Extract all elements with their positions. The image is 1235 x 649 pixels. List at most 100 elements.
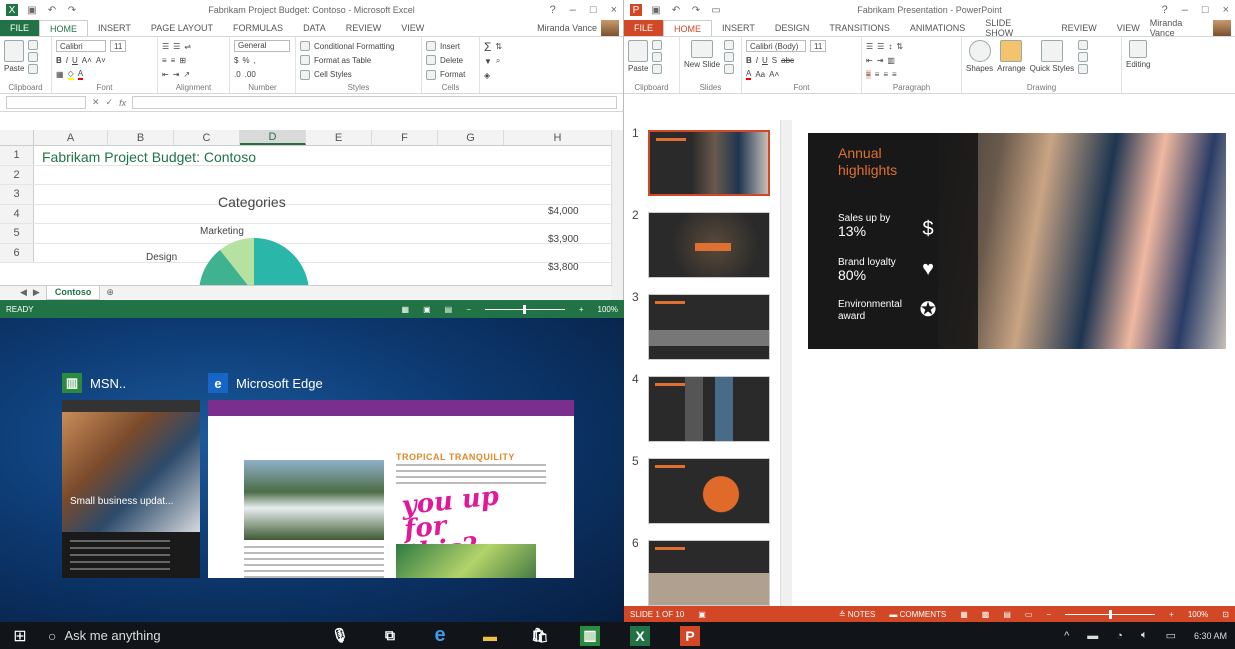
increase-decimal-icon[interactable]: .0	[234, 70, 241, 79]
network-icon[interactable]: ◔	[1116, 630, 1123, 642]
redo-icon[interactable]: ↷	[66, 4, 78, 16]
undo-icon[interactable]: ↶	[670, 4, 682, 16]
bullets-icon[interactable]: ☰	[866, 42, 873, 51]
merge-icon[interactable]: ⊞	[179, 56, 186, 65]
next-sheet-icon[interactable]: ▶	[33, 287, 40, 298]
borders-icon[interactable]: ▦	[56, 70, 64, 79]
stat-brand-loyalty[interactable]: Brand loyalty 80%	[838, 257, 896, 282]
tab-home[interactable]: HOME	[39, 20, 89, 36]
conditional-formatting-button[interactable]: Conditional Formatting	[300, 40, 394, 52]
decrease-indent-icon[interactable]: ⇤	[866, 56, 873, 65]
shape-outline-icon[interactable]	[1078, 52, 1089, 62]
align-right-icon[interactable]: ≡	[883, 70, 888, 79]
section-icon[interactable]	[724, 64, 735, 74]
minimize-icon[interactable]: –	[1182, 4, 1188, 16]
microphone-icon[interactable]: 🎙︎	[330, 626, 350, 646]
normal-view-icon[interactable]: ▦	[960, 610, 968, 619]
snap-app-edge[interactable]: e Microsoft Edge TROPICAL TRANQUILITY yo…	[208, 370, 574, 578]
close-icon[interactable]: ×	[611, 4, 617, 16]
fill-color-icon[interactable]: ◇	[67, 69, 74, 81]
formula-input[interactable]	[132, 96, 617, 109]
format-as-table-button[interactable]: Format as Table	[300, 54, 394, 66]
file-explorer-icon[interactable]: ▬	[480, 626, 500, 646]
sort-filter-icon[interactable]: ⇅	[495, 42, 502, 51]
help-icon[interactable]: ?	[1162, 4, 1168, 16]
add-sheet-icon[interactable]: ⊕	[106, 287, 114, 298]
action-center-icon[interactable]: ▭	[1166, 629, 1176, 642]
new-slide-button[interactable]: New Slide	[684, 40, 720, 81]
cut-icon[interactable]	[652, 40, 663, 50]
autosum-icon[interactable]: Σ	[484, 40, 491, 54]
insert-cells-button[interactable]: Insert	[426, 40, 465, 52]
row-header[interactable]: 6	[0, 243, 34, 262]
column-header-c[interactable]: C	[174, 130, 240, 145]
font-grow-icon[interactable]: A˄	[769, 70, 779, 79]
reset-icon[interactable]	[724, 52, 735, 62]
justify-icon[interactable]: ≡	[892, 70, 897, 79]
underline-icon[interactable]: U	[762, 56, 768, 65]
shadow-icon[interactable]: S	[772, 56, 777, 65]
name-box[interactable]	[6, 96, 86, 109]
paste-button[interactable]: Paste	[4, 40, 24, 81]
slide-thumbnail-4[interactable]: 4	[632, 372, 782, 442]
strikethrough-icon[interactable]: abc	[781, 56, 794, 65]
column-header-b[interactable]: B	[108, 130, 174, 145]
cell-styles-button[interactable]: Cell Styles	[300, 69, 394, 81]
slide-thumbnail-6[interactable]: 6	[632, 536, 782, 606]
avatar[interactable]	[1213, 20, 1231, 36]
search-box[interactable]: ○ Ask me anything	[40, 628, 300, 644]
tab-transitions[interactable]: TRANSITIONS	[819, 20, 900, 36]
slide-sorter-icon[interactable]: ▩	[982, 610, 990, 619]
tab-file[interactable]: FILE	[0, 20, 40, 36]
tab-insert[interactable]: INSERT	[712, 20, 765, 36]
shape-fill-icon[interactable]	[1078, 40, 1089, 50]
volume-icon[interactable]: 🔈︎	[1141, 629, 1148, 642]
wrap-text-icon[interactable]: ⇌	[184, 42, 191, 51]
zoom-level[interactable]: 100%	[598, 305, 618, 314]
cut-icon[interactable]	[28, 40, 39, 50]
font-color-icon[interactable]: A	[77, 69, 84, 81]
comments-button[interactable]: ▬ COMMENTS	[889, 610, 946, 619]
slide-thumbnail-5[interactable]: 5	[632, 454, 782, 524]
tab-page-layout[interactable]: PAGE LAYOUT	[141, 20, 223, 36]
tab-file[interactable]: FILE	[624, 20, 664, 36]
start-slideshow-icon[interactable]: ▭	[710, 4, 722, 16]
undo-icon[interactable]: ↶	[46, 4, 58, 16]
redo-icon[interactable]: ↷	[690, 4, 702, 16]
tab-view[interactable]: VIEW	[1107, 20, 1150, 36]
slideshow-icon[interactable]: ▭	[1025, 610, 1033, 619]
task-view-icon[interactable]: ⧉	[380, 626, 400, 646]
tab-formulas[interactable]: FORMULAS	[223, 20, 293, 36]
row-header[interactable]: 2	[0, 165, 34, 184]
row-header[interactable]: 1	[0, 146, 34, 165]
clock[interactable]: 6:30 AM	[1194, 631, 1227, 641]
column-header-a[interactable]: A	[34, 130, 108, 145]
increase-indent-icon[interactable]: ⇥	[877, 56, 884, 65]
format-painter-icon[interactable]	[652, 64, 663, 74]
align-top-icon[interactable]: ☰	[162, 42, 169, 51]
column-header-h[interactable]: H	[504, 130, 612, 145]
maximize-icon[interactable]: □	[590, 4, 597, 16]
tab-design[interactable]: DESIGN	[765, 20, 820, 36]
text-direction-icon[interactable]: ⇅	[896, 42, 903, 51]
confirm-entry-icon[interactable]: ✓	[106, 97, 114, 108]
tab-insert[interactable]: INSERT	[88, 20, 141, 36]
tab-review[interactable]: REVIEW	[336, 20, 392, 36]
show-hidden-icons[interactable]: ^	[1064, 630, 1069, 642]
font-shrink-icon[interactable]: A˅	[96, 56, 106, 65]
editing-button[interactable]: Editing	[1126, 40, 1150, 81]
copy-icon[interactable]	[652, 52, 663, 62]
percent-icon[interactable]: %	[242, 56, 249, 65]
tab-slide-show[interactable]: SLIDE SHOW	[975, 18, 1051, 38]
center-icon[interactable]: ≡	[171, 56, 176, 65]
change-case-icon[interactable]: Aa	[755, 70, 765, 79]
columns-icon[interactable]: ▥	[887, 56, 895, 65]
zoom-slider[interactable]	[484, 304, 565, 314]
column-header-g[interactable]: G	[438, 130, 504, 145]
save-icon[interactable]: ▣	[650, 4, 662, 16]
zoom-level[interactable]: 100%	[1188, 610, 1208, 619]
tab-review[interactable]: REVIEW	[1051, 20, 1107, 36]
vertical-scrollbar[interactable]	[611, 130, 623, 300]
comma-icon[interactable]: ,	[254, 56, 256, 65]
page-break-view-icon[interactable]: ▤	[445, 305, 453, 314]
